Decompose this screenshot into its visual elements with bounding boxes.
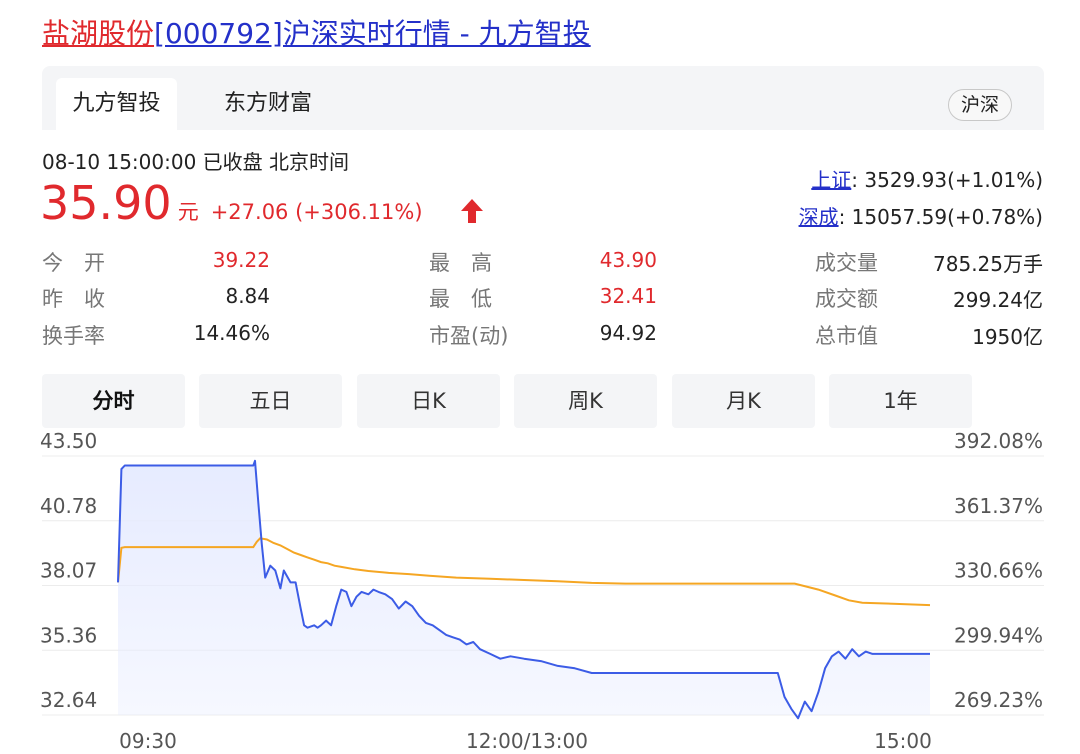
percent-tick-label: 299.94% <box>954 623 1043 647</box>
period-weekly-k-button[interactable]: 周K <box>514 374 657 428</box>
stat-low-value: 32.41 <box>599 284 657 308</box>
price-tick-label: 32.64 <box>40 688 97 712</box>
stat-market-cap-label: 总市值 <box>815 324 878 348</box>
percent-tick-label: 392.08% <box>954 432 1043 453</box>
period-intraday-button[interactable]: 分时 <box>42 374 185 428</box>
index-shenzhen-value: : 15057.59(+0.78%) <box>838 205 1043 229</box>
price-tick-label: 38.07 <box>40 559 97 583</box>
price-tick-label: 35.36 <box>40 623 97 647</box>
percent-tick-label: 361.37% <box>954 494 1043 518</box>
stat-market-cap-value: 1950亿 <box>972 325 1043 349</box>
percent-tick-label: 330.66% <box>954 559 1043 583</box>
tab-eastmoney[interactable]: 东方财富 <box>214 78 322 130</box>
stat-amount-label: 成交额 <box>815 287 878 311</box>
stat-pe-label: 市盈(动) <box>429 324 509 348</box>
percent-tick-label: 269.23% <box>954 688 1043 712</box>
stat-volume-label: 成交量 <box>815 251 878 275</box>
price-unit: 元 <box>177 200 199 224</box>
period-daily-k-button[interactable]: 日K <box>357 374 500 428</box>
stat-open-value: 39.22 <box>212 248 270 272</box>
stat-turnover-label: 换手率 <box>42 324 105 348</box>
stat-open-label: 今 开 <box>42 251 105 275</box>
price-tick-label: 40.78 <box>40 494 97 518</box>
price-row: 35.90 元 +27.06 (+306.11%) <box>40 176 483 230</box>
stat-amount-value: 299.24亿 <box>953 288 1043 312</box>
stat-turnover-value: 14.46% <box>193 321 270 345</box>
current-price: 35.90 <box>40 176 172 230</box>
stat-prev-close-label: 昨 收 <box>42 287 105 311</box>
stock-code-link[interactable]: [000792]沪深实时行情 - 九方智投 <box>154 17 591 50</box>
period-5day-button[interactable]: 五日 <box>199 374 342 428</box>
index-shenzhen: 深成: 15057.59(+0.78%) <box>799 201 1043 230</box>
up-arrow-icon <box>461 199 483 223</box>
stat-prev-close-value: 8.84 <box>225 284 270 308</box>
stat-low-label: 最 低 <box>429 287 492 311</box>
time-tick-label: 09:30 <box>119 729 177 753</box>
price-change: +27.06 (+306.11%) <box>210 200 423 224</box>
quote-timestamp: 08-10 15:00:00 已收盘 北京时间 <box>42 150 350 174</box>
stat-volume-value: 785.25万手 <box>933 252 1043 276</box>
page-title: 盐湖股份[000792]沪深实时行情 - 九方智投 <box>42 14 591 54</box>
period-monthly-k-button[interactable]: 月K <box>672 374 815 428</box>
stat-high-label: 最 高 <box>429 251 492 275</box>
index-shanghai-link[interactable]: 上证 <box>811 168 851 192</box>
index-shenzhen-link[interactable]: 深成 <box>799 205 839 229</box>
stat-pe-value: 94.92 <box>599 321 657 345</box>
stock-name-link[interactable]: 盐湖股份 <box>42 17 154 50</box>
time-tick-label: 15:00 <box>874 729 932 753</box>
time-tick-label: 12:00/13:00 <box>466 729 588 753</box>
source-tab-bar: 九方智投 东方财富 沪深 <box>42 66 1044 130</box>
index-shanghai-value: : 3529.93(+1.01%) <box>851 168 1043 192</box>
period-1year-button[interactable]: 1年 <box>829 374 972 428</box>
price-area <box>118 460 930 719</box>
stat-high-value: 43.90 <box>599 248 657 272</box>
market-badge[interactable]: 沪深 <box>947 89 1012 121</box>
index-shanghai: 上证: 3529.93(+1.01%) <box>811 164 1043 193</box>
price-tick-label: 43.50 <box>40 432 97 453</box>
tab-jiufang[interactable]: 九方智投 <box>56 78 177 130</box>
intraday-chart: 43.50 392.08% 40.78 361.37% 38.07 330.66% 35.3… <box>40 432 1044 753</box>
